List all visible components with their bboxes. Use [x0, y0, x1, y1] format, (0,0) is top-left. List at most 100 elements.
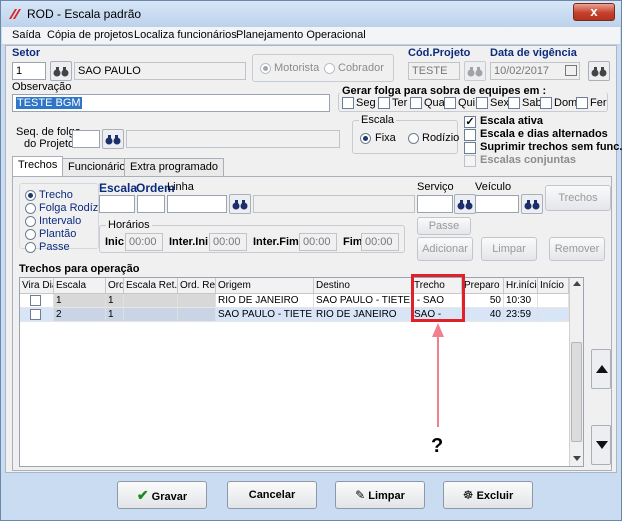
rodizio-radio[interactable]	[408, 133, 419, 144]
observacao-field[interactable]: TESTE BGM	[12, 94, 330, 112]
form-body: Setor 1 SAO PAULO Motorista Cobrador Cód…	[5, 45, 622, 473]
menu-copia-projetos[interactable]: Cópia de projetos	[47, 29, 133, 41]
inic-field[interactable]: 00:00	[125, 233, 163, 251]
col-vira-dia[interactable]: Vira Dia	[20, 278, 54, 294]
close-button[interactable]: x	[573, 3, 615, 21]
day-qui-checkbox[interactable]	[444, 97, 456, 109]
option-trecho-radio[interactable]	[25, 190, 36, 201]
day-seg-checkbox[interactable]	[342, 97, 354, 109]
escala-label: Escala	[99, 181, 138, 195]
row-2-inicio	[538, 308, 569, 322]
menu-localiza-funcionarios[interactable]: Localiza funcionários	[134, 29, 237, 41]
escalas-conjuntas-checkbox[interactable]	[464, 155, 476, 167]
fixa-label: Fixa	[375, 132, 396, 144]
servico-field[interactable]	[417, 195, 453, 213]
setor-code-field[interactable]: 1	[12, 62, 46, 80]
adicionar-button[interactable]: Adicionar	[417, 237, 473, 261]
col-ord[interactable]: Ord	[106, 278, 124, 294]
fim-field[interactable]: 00:00	[361, 233, 399, 251]
scroll-thumb[interactable]	[571, 342, 582, 442]
tab-trechos[interactable]: Trechos	[12, 156, 64, 177]
suprimir-checkbox[interactable]	[464, 142, 476, 154]
trechos-grid[interactable]: Vira Dia Escala Ord Escala Ret. Ord. Ret…	[19, 277, 584, 467]
row-1-escala: 1	[54, 294, 106, 308]
day-dom-checkbox[interactable]	[540, 97, 552, 109]
data-vigencia-field[interactable]: 10/02/2017	[490, 62, 580, 80]
option-folga-rodizio-radio[interactable]	[25, 203, 36, 214]
menu-planejamento-operacional[interactable]: Planejamento Operacional	[236, 29, 366, 41]
day-sex-label: Sex	[490, 97, 509, 109]
move-up-button[interactable]	[591, 349, 611, 389]
move-down-button[interactable]	[591, 425, 611, 465]
calendar-icon[interactable]	[565, 65, 577, 76]
cancelar-button[interactable]: Cancelar	[227, 481, 317, 509]
option-intervalo-radio[interactable]	[25, 216, 36, 227]
vira-dia-checkbox[interactable]	[30, 295, 41, 306]
servico-search-button[interactable]	[454, 194, 476, 214]
col-destino[interactable]: Destino	[314, 278, 412, 294]
rodizio-label: Rodízio	[422, 132, 460, 144]
scroll-down-arrow-icon[interactable]	[573, 456, 581, 461]
limpar-small-button[interactable]: Limpar	[481, 237, 537, 261]
vira-dia-checkbox[interactable]	[30, 309, 41, 320]
day-ter-checkbox[interactable]	[378, 97, 390, 109]
col-inicio[interactable]: Início	[538, 278, 569, 294]
ordem-field[interactable]	[137, 195, 165, 213]
passe-button[interactable]: Passe	[417, 217, 471, 235]
option-passe-label: Passe	[39, 241, 70, 253]
day-sab-checkbox[interactable]	[508, 97, 520, 109]
row-2-ord-ret	[178, 308, 216, 322]
col-escala[interactable]: Escala	[54, 278, 106, 294]
col-preparo[interactable]: Preparo	[462, 278, 504, 294]
col-ord-ret[interactable]: Ord. Ret.	[178, 278, 216, 294]
escalas-conjuntas-label: Escalas conjuntas	[480, 154, 576, 166]
row-1-vira-dia[interactable]	[20, 294, 54, 308]
veiculo-field[interactable]	[475, 195, 519, 213]
option-plantao-radio[interactable]	[25, 229, 36, 240]
escala-ativa-label: Escala ativa	[480, 115, 543, 127]
veiculo-search-button[interactable]	[521, 194, 543, 214]
excluir-button[interactable]: ☸ Excluir	[443, 481, 533, 509]
option-passe-radio[interactable]	[25, 242, 36, 253]
data-vigencia-search-button[interactable]	[588, 61, 610, 81]
tab-extra-programado[interactable]: Extra programado	[124, 158, 225, 176]
data-vigencia-label: Data de vigência	[490, 47, 577, 59]
day-sex-checkbox[interactable]	[476, 97, 488, 109]
linha-field[interactable]	[167, 195, 227, 213]
row-2-vira-dia[interactable]	[20, 308, 54, 322]
fixa-radio[interactable]	[360, 133, 371, 144]
day-fer-checkbox[interactable]	[576, 97, 588, 109]
col-hr-inicio[interactable]: Hr.início	[504, 278, 538, 294]
cobrador-radio[interactable]	[324, 63, 335, 74]
linha-search-button[interactable]	[229, 194, 251, 214]
limpar-button[interactable]: ✎ Limpar	[335, 481, 425, 509]
cobrador-label: Cobrador	[338, 62, 384, 74]
grid-title: Trechos para operação	[19, 263, 140, 275]
excluir-label: Excluir	[476, 490, 514, 502]
seq-folga-search-button[interactable]	[102, 129, 124, 149]
trechos-button[interactable]: Trechos	[545, 185, 611, 211]
day-qua-checkbox[interactable]	[410, 97, 422, 109]
seq-folga-field[interactable]	[72, 130, 100, 148]
row-1-ord-ret	[178, 294, 216, 308]
escala-ativa-checkbox[interactable]: ✓	[464, 116, 476, 128]
day-fer-label: Fer	[590, 97, 607, 109]
menu-saida[interactable]: Saída	[12, 29, 41, 41]
gravar-button[interactable]: ✔ Gravar	[117, 481, 207, 509]
motorista-radio[interactable]	[260, 63, 271, 74]
cod-projeto-search-button[interactable]	[464, 61, 486, 81]
inter-fim-field[interactable]: 00:00	[299, 233, 337, 251]
scroll-up-arrow-icon[interactable]	[573, 281, 581, 286]
binoculars-icon	[53, 67, 69, 77]
grid-vertical-scrollbar[interactable]	[569, 278, 583, 466]
remover-button[interactable]: Remover	[549, 237, 605, 261]
setor-search-button[interactable]	[50, 61, 72, 81]
cod-projeto-field[interactable]: TESTE	[408, 62, 460, 80]
escala-field[interactable]	[99, 195, 135, 213]
suprimir-label: Suprimir trechos sem func.	[480, 141, 622, 153]
escala-dias-alt-checkbox[interactable]	[464, 129, 476, 141]
inter-ini-field[interactable]: 00:00	[209, 233, 247, 251]
limpar-label: Limpar	[368, 490, 405, 502]
col-origem[interactable]: Origem	[216, 278, 314, 294]
col-escala-ret[interactable]: Escala Ret.	[124, 278, 178, 294]
